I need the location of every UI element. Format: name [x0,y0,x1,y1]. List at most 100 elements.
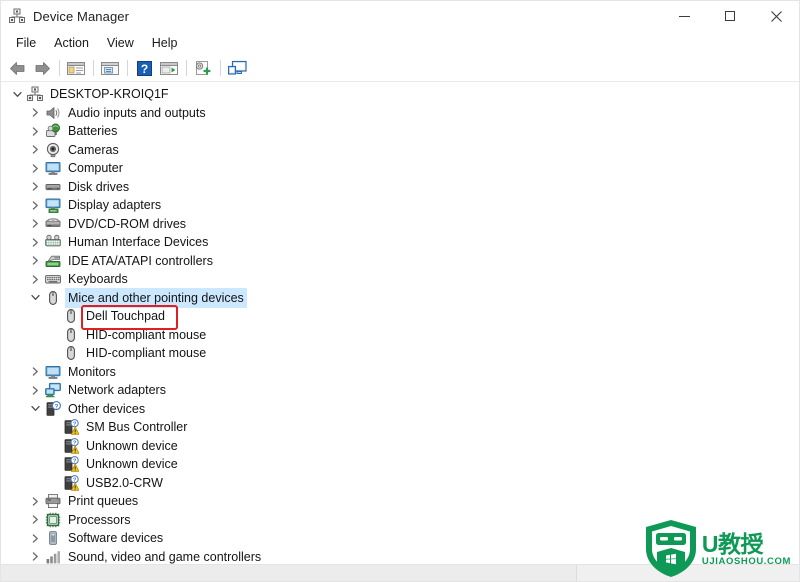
update-driver-button[interactable] [157,57,181,79]
chevron-right-icon[interactable] [27,238,43,247]
ide-controller-icon [43,253,63,269]
tree-row[interactable]: HID-compliant mouse [1,326,799,345]
minimize-icon [678,15,690,17]
tree-row-label: Cameras [68,142,119,157]
menu-file[interactable]: File [7,33,45,53]
tree-row[interactable]: HID-compliant mouse [1,344,799,363]
tree-row[interactable]: Mice and other pointing devices [1,288,799,307]
chevron-right-icon[interactable] [27,534,43,543]
properties-icon [101,61,119,75]
show-hide-console-tree-button[interactable] [64,57,88,79]
tree-row-label: Unknown device [86,457,178,471]
tree-row[interactable]: Display adapters [1,196,799,215]
tree-row-label: SM Bus Controller [86,420,188,434]
update-driver-icon [160,61,178,75]
chevron-right-icon[interactable] [27,367,43,376]
display-adapter-icon [43,197,63,214]
minimize-button[interactable] [661,1,707,31]
chevron-right-icon[interactable] [27,515,43,524]
processor-icon [43,512,63,528]
chevron-right-icon[interactable] [27,275,43,284]
toolbar-separator-5 [220,60,221,76]
software-device-icon [43,530,63,546]
device-tree[interactable]: DESKTOP-KROIQ1F Audio inputs and outputs… [1,82,799,564]
tree-row[interactable]: Network adapters [1,381,799,400]
tree-row[interactable]: DVD/CD-ROM drives [1,215,799,234]
chevron-down-icon[interactable] [27,404,43,413]
keyboard-icon [43,271,63,287]
tree-row[interactable]: Print queues [1,492,799,511]
close-button[interactable] [753,1,799,31]
tree-row[interactable]: Processors [1,511,799,530]
menu-action[interactable]: Action [45,33,98,53]
forward-button[interactable] [30,57,54,79]
menu-help[interactable]: Help [143,33,187,53]
chevron-right-icon[interactable] [27,127,43,136]
tree-row[interactable]: ? Other devices [1,400,799,419]
chevron-right-icon[interactable] [27,552,43,561]
back-button[interactable] [5,57,29,79]
toolbar-separator-2 [93,60,94,76]
chevron-right-icon[interactable] [27,145,43,154]
tree-row[interactable]: Cameras [1,141,799,160]
tree-row[interactable]: Computer [1,159,799,178]
horizontal-scrollbar[interactable] [1,564,799,581]
svg-text:?: ? [54,403,58,410]
tree-row-label: IDE ATA/ATAPI controllers [68,253,213,268]
chevron-right-icon[interactable] [27,219,43,228]
tree-row-label: Disk drives [68,179,130,194]
tree-row-label: Software devices [68,531,164,545]
chevron-right-icon[interactable] [27,497,43,506]
tree-row[interactable]: ? USB2.0-CRW [1,474,799,493]
tree-row-label: DVD/CD-ROM drives [68,216,187,231]
tree-row[interactable]: Human Interface Devices [1,233,799,252]
mouse-icon [61,345,81,361]
tree-row[interactable]: Keyboards [1,270,799,289]
device-manager-window: Device Manager File Action View Help ? D… [0,0,800,582]
tree-row[interactable]: Software devices [1,529,799,548]
maximize-button[interactable] [707,1,753,31]
tree-row-label: Mice and other pointing devices [66,288,246,307]
content-area: DESKTOP-KROIQ1F Audio inputs and outputs… [1,82,799,564]
close-icon [770,10,782,22]
chevron-down-icon[interactable] [27,293,43,302]
tree-row-label: Unknown device [86,438,178,453]
tree-row[interactable]: ? Unknown device [1,437,799,456]
chevron-right-icon[interactable] [27,182,43,191]
menu-view[interactable]: View [98,33,143,53]
toolbar: ? [1,55,799,82]
tree-row[interactable]: Dell Touchpad [1,307,799,326]
tree-row[interactable]: DESKTOP-KROIQ1F [1,85,799,104]
menu-bar: File Action View Help [1,31,799,55]
monitor-icon [43,160,63,176]
tree-row-label: Display adapters [68,198,162,212]
chevron-right-icon[interactable] [27,164,43,173]
sound-controller-icon [43,549,63,564]
tree-row-label: Processors [68,512,131,527]
tree-row[interactable]: Disk drives [1,178,799,197]
chevron-right-icon[interactable] [27,256,43,265]
back-arrow-icon [9,61,24,75]
tree-row[interactable]: Sound, video and game controllers [1,548,799,565]
tree-row[interactable]: ? SM Bus Controller [1,418,799,437]
chevron-right-icon[interactable] [27,386,43,395]
tree-row[interactable]: ? Unknown device [1,455,799,474]
view-devices-button[interactable] [225,57,249,79]
chevron-right-icon[interactable] [27,108,43,117]
dvd-drive-icon [43,216,63,232]
horizontal-scrollbar-thumb[interactable] [1,565,577,581]
tree-row[interactable]: Batteries [1,122,799,141]
scan-hardware-changes-button[interactable] [191,57,215,79]
help-button[interactable]: ? [132,57,156,79]
tree-row[interactable]: Audio inputs and outputs [1,104,799,123]
chevron-down-icon[interactable] [9,90,25,99]
tree-row[interactable]: IDE ATA/ATAPI controllers [1,252,799,271]
tree-row-label: Human Interface Devices [68,235,209,249]
chevron-right-icon[interactable] [27,201,43,210]
tree-row-label: Batteries [68,124,118,138]
camera-icon [43,142,63,158]
properties-button[interactable] [98,57,122,79]
tree-row[interactable]: Monitors [1,363,799,382]
scan-hardware-icon [195,61,211,75]
toolbar-separator-3 [127,60,128,76]
